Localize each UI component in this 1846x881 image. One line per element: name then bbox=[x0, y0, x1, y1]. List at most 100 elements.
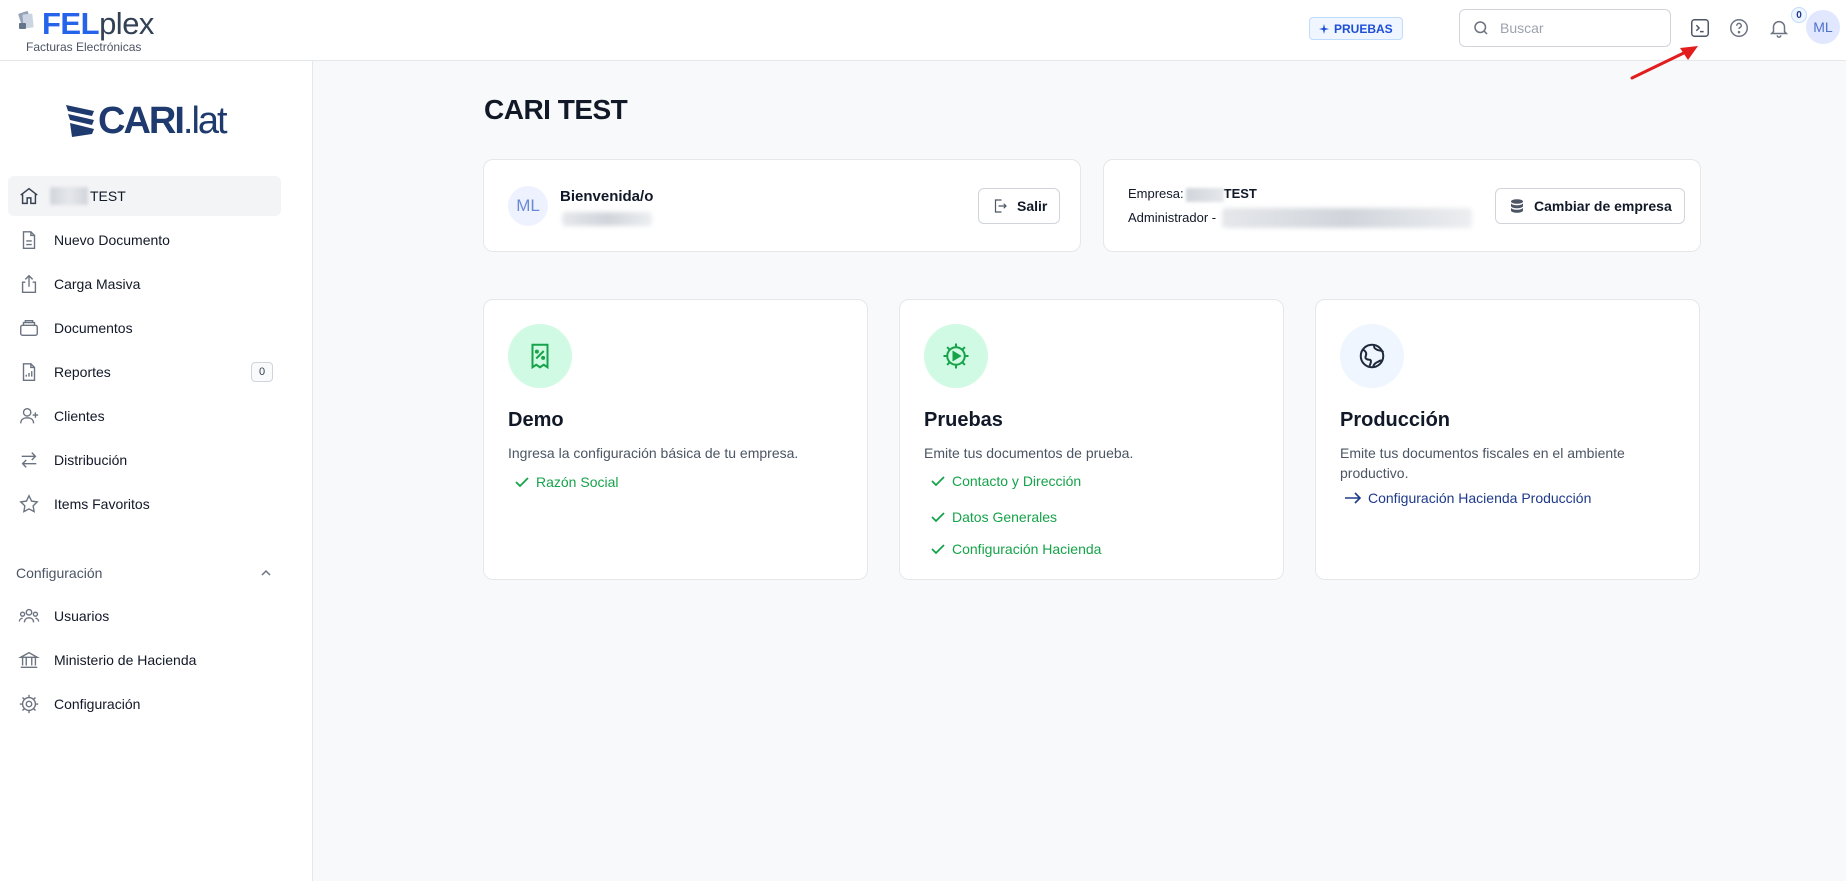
company-line: Empresa: TEST bbox=[1128, 186, 1257, 202]
logo-subtitle: Facturas Electrónicas bbox=[26, 40, 142, 54]
sidebar-item-clientes[interactable]: Clientes bbox=[8, 396, 281, 436]
sidebar-item-home[interactable]: TEST bbox=[8, 176, 281, 216]
sidebar-item-ministerio-de-hacienda[interactable]: Ministerio de Hacienda bbox=[8, 640, 281, 680]
sidebar-item-distribucion[interactable]: Distribución bbox=[8, 440, 281, 480]
terminal-icon bbox=[1691, 19, 1709, 37]
sparkle-icon bbox=[1319, 23, 1329, 34]
brand-name-suffix: .lat bbox=[182, 100, 228, 142]
stage-check-item[interactable]: Contacto y Dirección bbox=[930, 473, 1081, 489]
sidebar-item-label: Reportes bbox=[54, 364, 111, 380]
brand-wordmark: CARI.lat bbox=[98, 99, 228, 143]
change-company-button[interactable]: Cambiar de empresa bbox=[1495, 188, 1685, 224]
stage-description: Emite tus documentos fiscales en el ambi… bbox=[1340, 445, 1625, 481]
stage-icon-badge bbox=[1340, 324, 1404, 388]
stage-title: Demo bbox=[508, 409, 564, 431]
document-icon bbox=[22, 231, 36, 249]
stage-title: Producción bbox=[1340, 409, 1451, 431]
felplex-logo[interactable]: FELplex Facturas Electrónicas bbox=[14, 5, 164, 54]
search-box[interactable] bbox=[1459, 9, 1671, 47]
welcome-card: ML Bienvenida/o Salir bbox=[483, 159, 1081, 252]
stage-description: Emite tus documentos de prueba. bbox=[924, 445, 1134, 461]
logo-wordmark: FELplex bbox=[42, 7, 154, 41]
help-icon bbox=[1730, 19, 1748, 37]
empresa-name: TEST bbox=[1223, 186, 1257, 201]
sidebar-item-configuracion[interactable]: Configuración bbox=[8, 684, 281, 724]
role-line: Administrador - bbox=[1128, 210, 1216, 225]
environment-badge-label: PRUEBAS bbox=[1334, 21, 1393, 36]
user-add-icon bbox=[20, 407, 39, 424]
environment-badge: PRUEBAS bbox=[1309, 17, 1403, 40]
receipt-percent-icon bbox=[531, 343, 549, 370]
logo-brand: FEL bbox=[42, 6, 100, 41]
stage-icon-badge bbox=[924, 324, 988, 388]
help-button[interactable] bbox=[1727, 16, 1751, 40]
globe-icon bbox=[1359, 343, 1385, 369]
stage-link[interactable]: Configuración Hacienda Producción bbox=[1344, 490, 1591, 506]
sidebar-item-usuarios[interactable]: Usuarios bbox=[8, 596, 281, 636]
arrows-icon bbox=[21, 452, 37, 468]
user-avatar[interactable]: ML bbox=[1806, 10, 1840, 44]
stage-title: Pruebas bbox=[924, 409, 1003, 431]
sidebar-item-label: Configuración bbox=[54, 696, 141, 712]
stage-card-produccion: Producción Emite tus documentos fiscales… bbox=[1315, 299, 1700, 580]
sidebar-item-label: Carga Masiva bbox=[54, 276, 141, 292]
logout-button[interactable]: Salir bbox=[978, 188, 1061, 224]
sidebar-item-label: Ministerio de Hacienda bbox=[54, 652, 197, 668]
star-icon bbox=[19, 494, 39, 513]
database-icon bbox=[1511, 199, 1523, 213]
section-title-label: Configuración bbox=[16, 565, 103, 581]
redacted-company-prefix bbox=[50, 187, 88, 205]
search-input[interactable] bbox=[1500, 20, 1650, 36]
stage-check-item[interactable]: Configuración Hacienda bbox=[930, 541, 1101, 557]
redacted-company-prefix bbox=[1185, 187, 1224, 202]
sidebar-item-items-favoritos[interactable]: Items Favoritos bbox=[8, 484, 281, 524]
check-label: Contacto y Dirección bbox=[952, 473, 1082, 489]
felplex-logo-icon bbox=[18, 11, 34, 29]
check-icon bbox=[931, 476, 945, 487]
stage-check-item[interactable]: Datos Generales bbox=[930, 509, 1057, 525]
report-icon bbox=[22, 363, 36, 381]
stage-check-item[interactable]: Razón Social bbox=[514, 474, 619, 490]
redacted-user-name bbox=[562, 212, 652, 226]
sidebar: CARI.lat TEST Nuevo Documento Carga Masi… bbox=[0, 61, 313, 881]
bell-icon bbox=[1769, 20, 1789, 38]
stage-card-demo: Demo Ingresa la configuración básica de … bbox=[483, 299, 868, 580]
company-brand-logo[interactable]: CARI.lat bbox=[64, 99, 244, 143]
sidebar-item-label: Clientes bbox=[54, 408, 105, 424]
sidebar-item-carga-masiva[interactable]: Carga Masiva bbox=[8, 264, 281, 304]
arrow-right-icon bbox=[1345, 492, 1362, 504]
welcome-title: Bienvenida/o bbox=[560, 188, 654, 205]
sidebar-item-label: TEST bbox=[90, 188, 126, 204]
stage-card-pruebas: Pruebas Emite tus documentos de prueba. … bbox=[899, 299, 1284, 580]
sidebar-item-label: Documentos bbox=[54, 320, 133, 336]
search-icon bbox=[1474, 21, 1488, 35]
change-company-label: Cambiar de empresa bbox=[1534, 198, 1672, 214]
sidebar-item-label: Items Favoritos bbox=[54, 496, 150, 512]
gear-play-icon bbox=[943, 343, 969, 369]
check-icon bbox=[931, 544, 945, 555]
terminal-button[interactable] bbox=[1688, 16, 1712, 40]
logout-label: Salir bbox=[1017, 198, 1048, 214]
empresa-label: Empresa: bbox=[1128, 186, 1184, 201]
upload-icon bbox=[21, 274, 37, 293]
check-label: Configuración Hacienda bbox=[952, 541, 1102, 557]
brand-name: CARI bbox=[98, 100, 185, 142]
redacted-user-email bbox=[1222, 208, 1472, 228]
sidebar-item-label: Distribución bbox=[54, 452, 128, 468]
check-label: Razón Social bbox=[536, 474, 619, 490]
check-label: Datos Generales bbox=[952, 509, 1058, 525]
chevron-up-icon bbox=[261, 569, 271, 576]
check-icon bbox=[515, 477, 529, 488]
sidebar-item-nuevo-documento[interactable]: Nuevo Documento bbox=[8, 220, 281, 260]
stage-description: Ingresa la configuración básica de tu em… bbox=[508, 445, 799, 461]
sidebar-item-reportes[interactable]: Reportes 0 bbox=[8, 352, 281, 392]
sidebar-item-documentos[interactable]: Documentos bbox=[8, 308, 281, 348]
check-icon bbox=[931, 512, 945, 523]
configuracion-section-toggle[interactable]: Configuración bbox=[16, 563, 273, 583]
stage-icon-badge bbox=[508, 324, 572, 388]
notifications-button[interactable] bbox=[1767, 16, 1791, 40]
home-icon bbox=[20, 187, 38, 205]
annotation-arrow-icon bbox=[1630, 46, 1698, 80]
sidebar-item-label: Usuarios bbox=[54, 608, 110, 624]
sidebar-item-label: Nuevo Documento bbox=[54, 232, 170, 248]
